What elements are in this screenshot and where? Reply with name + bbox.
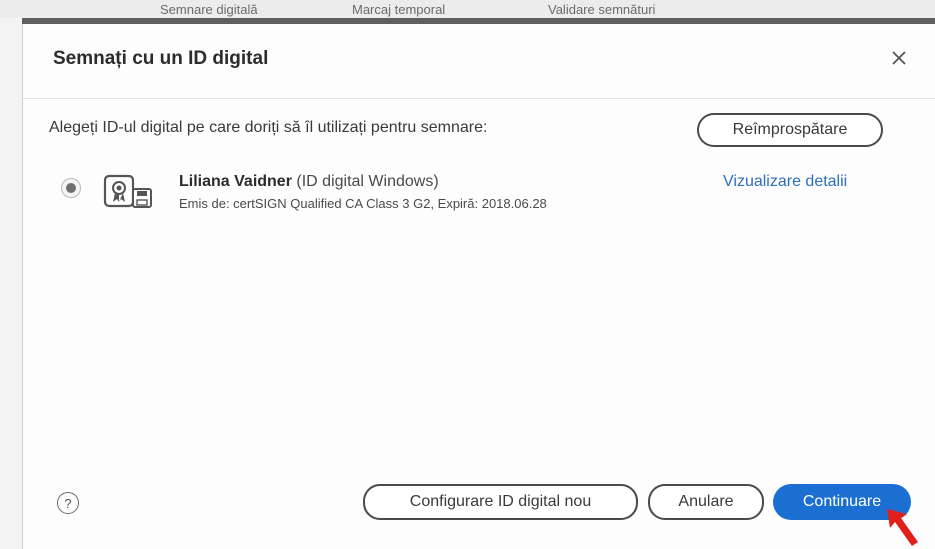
radio-selected-dot (66, 183, 76, 193)
help-icon: ? (64, 495, 72, 511)
background-left-panel (0, 18, 22, 549)
cancel-button[interactable]: Anulare (648, 484, 764, 520)
close-button[interactable] (887, 46, 911, 70)
digital-id-issuer: Emis de: certSIGN Qualified CA Class 3 G… (179, 196, 547, 211)
configure-new-id-button[interactable]: Configurare ID digital nou (363, 484, 638, 520)
dialog-header: Semnați cu un ID digital (23, 24, 935, 99)
digital-id-radio[interactable] (61, 178, 81, 198)
background-toolbar: Semnare digitală Marcaj temporal Validar… (0, 0, 935, 18)
choose-id-prompt: Alegeți ID-ul digital pe care doriți să … (49, 119, 488, 136)
dialog-title: Semnați cu un ID digital (53, 48, 269, 69)
view-details-link[interactable]: Vizualizare detalii (723, 173, 847, 191)
certificate-icon (103, 174, 152, 208)
refresh-button[interactable]: Reîmprospătare (697, 113, 883, 147)
bg-tool-timestamp: Marcaj temporal (352, 2, 446, 17)
pointer-arrow-icon (887, 509, 918, 546)
digital-id-line[interactable]: Liliana Vaidner (ID digital Windows) (179, 173, 439, 191)
bg-tool-sign: Semnare digitală (160, 2, 258, 17)
help-button[interactable]: ? (57, 492, 79, 514)
digital-id-type: (ID digital Windows) (296, 173, 439, 190)
sign-digital-id-dialog: Semnați cu un ID digital Alegeți ID-ul d… (22, 24, 935, 549)
digital-id-name: Liliana Vaidner (179, 173, 292, 190)
bg-tool-validate: Validare semnături (548, 2, 656, 17)
close-icon (892, 51, 906, 65)
